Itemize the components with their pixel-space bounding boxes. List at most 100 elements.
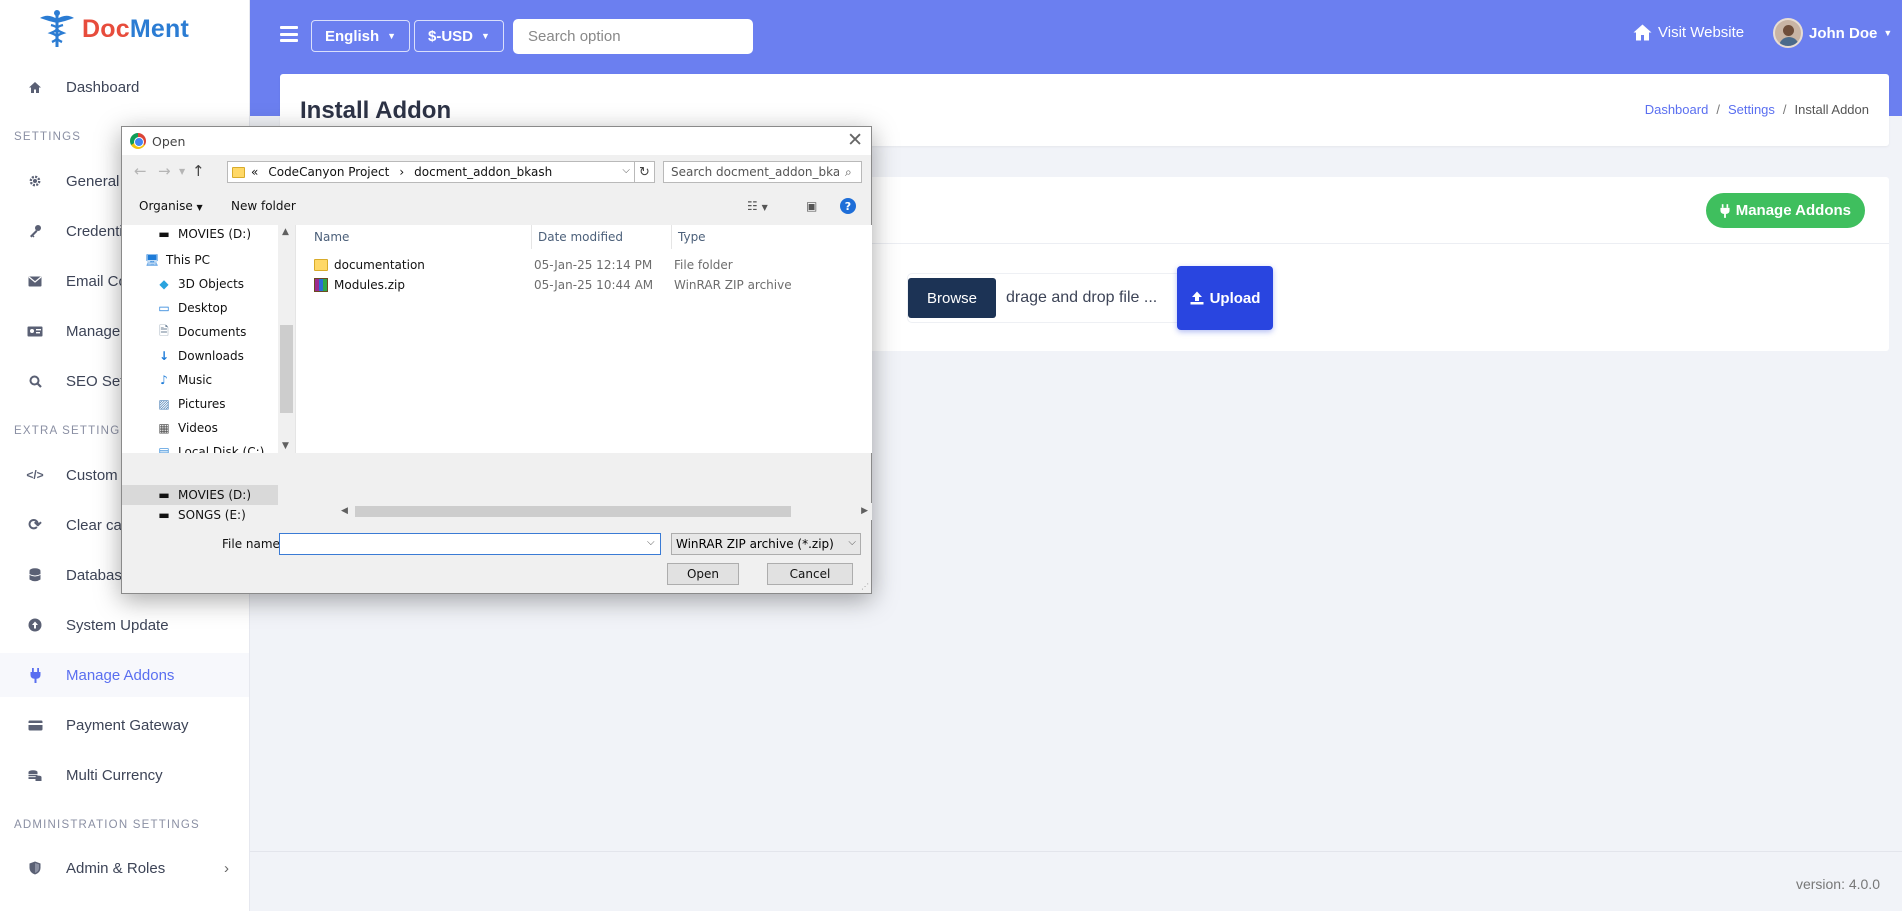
tree-item-movies-d[interactable]: ▬ MOVIES (D:) [156, 225, 251, 244]
sidebar-item-label: General [66, 172, 120, 190]
cancel-button[interactable]: Cancel [767, 563, 853, 585]
file-row-documentation[interactable]: documentation 05-Jan-25 12:14 PM File fo… [296, 255, 872, 275]
user-menu[interactable]: John Doe ▼ [1773, 18, 1892, 48]
sidebar-item-label: Multi Currency [66, 766, 163, 784]
app-logo[interactable]: DocMent [38, 6, 189, 52]
sidebar-item-label: Credenti [66, 222, 123, 240]
breadcrumb-separator: / [1782, 102, 1787, 117]
forward-arrow-icon[interactable]: → [158, 162, 171, 180]
file-list-horizontal-scrollbar[interactable]: ◀ ▶ [337, 503, 872, 520]
organise-button[interactable]: Organise ▼ [139, 199, 203, 213]
file-list: Name ^ Date modified Type documentation … [295, 225, 872, 453]
menu-toggle-icon[interactable] [280, 26, 298, 42]
file-type-filter[interactable]: WinRAR ZIP archive (*.zip) ⌵ [671, 533, 861, 555]
refresh-icon[interactable]: ↻ [635, 161, 655, 183]
file-drop-zone[interactable]: Browse drage and drop file ... [908, 274, 1213, 322]
file-type-filter-label: WinRAR ZIP archive (*.zip) [676, 537, 834, 551]
scroll-left-icon[interactable]: ◀ [341, 506, 348, 516]
tree-item-this-pc[interactable]: 🖥 This PC [144, 250, 210, 270]
database-icon [26, 568, 44, 582]
sidebar-item-label: Admin & Roles [66, 859, 166, 877]
sort-ascending-icon: ^ [411, 225, 419, 231]
desktop-icon: ▭ [158, 301, 170, 315]
recent-locations-icon[interactable]: ▼ [179, 167, 185, 176]
search-input[interactable] [513, 19, 753, 54]
tree-item-local-disk-c[interactable]: ▤ Local Disk (C:) [156, 442, 264, 453]
dialog-title: Open [152, 133, 186, 149]
sidebar-item-label: Manage Addons [66, 666, 175, 684]
sidebar-item-admin-roles[interactable]: Admin & Roles › [0, 846, 249, 890]
view-options-icon[interactable]: ☷ ▼ [747, 199, 768, 213]
sidebar-section-admin: ADMINISTRATION SETTINGS [14, 819, 200, 831]
resize-grip-icon[interactable]: ⋰ [861, 582, 869, 591]
close-icon[interactable]: ✕ [847, 130, 863, 150]
chevron-down-icon[interactable]: ⌵ [647, 537, 655, 548]
browse-button[interactable]: Browse [908, 278, 996, 318]
sidebar-item-dashboard[interactable]: Dashboard [0, 65, 249, 109]
tree-item-3d-objects[interactable]: ◆ 3D Objects [156, 274, 244, 294]
code-icon: </> [26, 468, 44, 482]
tree-item-songs-e[interactable]: ▬ SONGS (E:) [156, 505, 245, 525]
plug-icon [1720, 203, 1730, 218]
column-header-type[interactable]: Type [672, 225, 872, 249]
tree-item-pictures[interactable]: ▨ Pictures [156, 394, 225, 414]
upload-icon [1190, 291, 1204, 305]
sidebar-item-manage-addons[interactable]: Manage Addons [0, 653, 249, 697]
address-segment[interactable]: CodeCanyon Project [268, 165, 389, 179]
scrollbar-thumb[interactable] [280, 325, 293, 413]
visit-website-link[interactable]: Visit Website [1633, 24, 1744, 41]
scrollbar-thumb[interactable] [355, 506, 791, 517]
navigation-tree: ▬ MOVIES (D:) 🖥 This PC ◆ 3D Objects ▭ Deskt… [122, 225, 278, 453]
language-dropdown[interactable]: English ▼ [311, 20, 411, 52]
sidebar-item-label: Dashboard [66, 78, 140, 96]
upload-circle-icon [26, 618, 44, 632]
chevron-right-icon: › [224, 859, 229, 877]
scroll-right-icon[interactable]: ▶ [861, 506, 868, 516]
preview-pane-icon[interactable]: ▣ [806, 199, 817, 213]
open-file-dialog: Open ✕ ← → ▼ ↑ « CodeCanyon Project › do… [121, 126, 872, 594]
user-name: John Doe [1809, 24, 1878, 42]
credit-card-icon [26, 720, 44, 731]
tree-item-documents[interactable]: 🗎 Documents [156, 322, 246, 342]
scroll-down-icon[interactable]: ▼ [282, 441, 289, 451]
version-text: version: 4.0.0 [1795, 876, 1880, 892]
drop-text: drage and drop file ... [1006, 289, 1158, 306]
caret-down-icon: ▼ [387, 31, 397, 41]
search-icon: ⌕ [845, 165, 852, 179]
breadcrumb-current: Install Addon [1794, 102, 1869, 117]
address-bar[interactable]: « CodeCanyon Project › docment_addon_bka… [227, 161, 635, 183]
tree-item-downloads[interactable]: ↓ Downloads [156, 346, 244, 366]
dialog-search-input[interactable] [663, 161, 862, 183]
currency-dropdown[interactable]: $-USD ▼ [414, 20, 504, 52]
file-name-input[interactable] [279, 533, 661, 555]
tree-item-music[interactable]: ♪ Music [156, 370, 212, 390]
sidebar-item-payment-gateway[interactable]: Payment Gateway [0, 703, 249, 747]
scroll-up-icon[interactable]: ▲ [282, 227, 289, 237]
tree-item-movies-d-selected[interactable]: ▬ MOVIES (D:) [122, 485, 278, 505]
dialog-titlebar[interactable]: Open ✕ [122, 127, 871, 155]
file-row-modules-zip[interactable]: Modules.zip 05-Jan-25 10:44 AM WinRAR ZI… [296, 275, 872, 295]
sidebar-item-multi-currency[interactable]: Multi Currency [0, 753, 249, 797]
sidebar-item-system-update[interactable]: System Update [0, 603, 249, 647]
file-type: File folder [674, 258, 733, 272]
address-segment[interactable]: docment_addon_bkash [414, 165, 552, 179]
key-icon [26, 224, 44, 238]
help-icon[interactable]: ? [840, 198, 856, 214]
folder-icon [314, 259, 328, 271]
column-header-date-modified[interactable]: Date modified [532, 225, 672, 249]
tree-item-desktop[interactable]: ▭ Desktop [156, 298, 227, 318]
up-arrow-icon[interactable]: ↑ [192, 162, 205, 180]
manage-addons-button[interactable]: Manage Addons [1705, 193, 1865, 228]
folder-icon [232, 166, 245, 178]
upload-button[interactable]: Upload [1177, 266, 1273, 330]
breadcrumb-settings[interactable]: Settings [1728, 102, 1775, 117]
file-date: 05-Jan-25 10:44 AM [534, 278, 654, 292]
open-button[interactable]: Open [667, 563, 739, 585]
sidebar-section-settings: SETTINGS [14, 131, 82, 143]
chevron-down-icon[interactable]: ⌵ [622, 165, 630, 176]
tree-item-videos[interactable]: ▦ Videos [156, 418, 218, 438]
breadcrumb-dashboard[interactable]: Dashboard [1645, 102, 1709, 117]
new-folder-button[interactable]: New folder [231, 199, 296, 213]
tree-scrollbar[interactable]: ▲ ▼ [278, 225, 295, 453]
back-arrow-icon[interactable]: ← [134, 162, 147, 180]
